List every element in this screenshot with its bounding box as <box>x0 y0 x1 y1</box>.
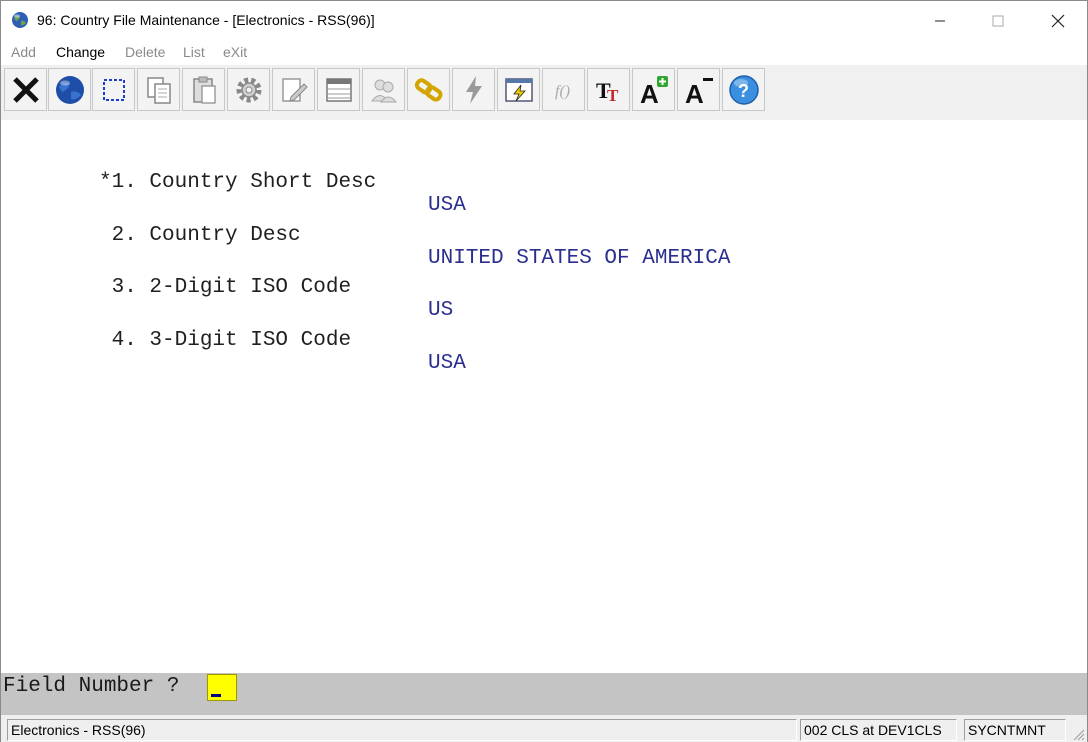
field-form: *1. Country Short Desc USA 2. Country De… <box>1 121 1087 673</box>
toolbar-flash-window-button[interactable] <box>497 68 540 111</box>
minimize-icon <box>935 20 945 22</box>
edit-document-icon <box>281 77 308 102</box>
toolbar-exit-button[interactable] <box>4 68 47 111</box>
menu-bar: Add Change Delete List eXit <box>1 41 1087 63</box>
field-row-3[interactable]: 3. 2-Digit ISO Code US <box>1 253 454 322</box>
settings-gear-icon <box>236 77 261 102</box>
link-chain-icon <box>414 77 442 102</box>
users-icon <box>370 79 397 102</box>
field-value: US <box>428 299 454 322</box>
font-decrease-icon: A <box>685 77 713 107</box>
paste-icon <box>192 76 216 104</box>
function-icon: f() <box>555 83 570 100</box>
field-label: 2. Country Desc <box>99 224 301 247</box>
field-label: *1. Country Short Desc <box>99 171 377 194</box>
menu-list[interactable]: List <box>183 44 205 60</box>
svg-text:A: A <box>685 79 704 107</box>
window-title: 96: Country File Maintenance - [Electron… <box>37 12 375 28</box>
flash-window-icon <box>504 77 533 102</box>
lightning-icon <box>465 75 482 104</box>
toolbar: f() TT A A ? <box>1 65 1087 120</box>
toolbar-font-decrease-button[interactable]: A <box>677 68 720 111</box>
text-cursor <box>211 694 221 697</box>
menu-change[interactable]: Change <box>56 44 105 60</box>
close-icon <box>1051 14 1065 28</box>
field-number-input[interactable] <box>207 674 237 701</box>
resize-grip-icon[interactable] <box>1069 725 1085 741</box>
status-company: Electronics - RSS(96) <box>7 719 797 741</box>
svg-text:T: T <box>607 86 619 105</box>
font-tt-icon: TT <box>596 78 619 105</box>
toolbar-lightning-button[interactable] <box>452 68 495 111</box>
toolbar-help-button[interactable]: ? <box>722 68 765 111</box>
copy-icon <box>146 76 171 104</box>
help-icon: ? <box>728 74 759 105</box>
menu-delete[interactable]: Delete <box>125 44 165 60</box>
toolbar-copy-button[interactable] <box>137 68 180 111</box>
toolbar-font-button[interactable]: TT <box>587 68 630 111</box>
svg-text:f(): f() <box>555 83 570 100</box>
toolbar-font-increase-button[interactable]: A <box>632 68 675 111</box>
field-label: 4. 3-Digit ISO Code <box>99 329 352 352</box>
title-bar[interactable]: 96: Country File Maintenance - [Electron… <box>1 1 1087 41</box>
application-window: 96: Country File Maintenance - [Electron… <box>0 0 1088 742</box>
toolbar-settings-button[interactable] <box>227 68 270 111</box>
prompt-bar: Field Number ? <box>1 673 1087 715</box>
close-x-icon <box>12 76 39 103</box>
minimize-button[interactable] <box>911 1 969 41</box>
field-value: UNITED STATES OF AMERICA <box>428 247 731 270</box>
maximize-icon <box>992 15 1004 27</box>
field-row-4[interactable]: 4. 3-Digit ISO Code USA <box>1 306 466 375</box>
table-view-icon <box>325 77 352 102</box>
status-bar: Electronics - RSS(96) 002 CLS at DEV1CLS… <box>1 715 1087 742</box>
toolbar-function-button[interactable]: f() <box>542 68 585 111</box>
status-program: SYCNTMNT <box>964 719 1066 741</box>
toolbar-select-button[interactable] <box>92 68 135 111</box>
font-increase-icon: A <box>640 75 668 107</box>
svg-text:?: ? <box>738 81 749 101</box>
menu-add[interactable]: Add <box>11 44 36 60</box>
toolbar-users-button[interactable] <box>362 68 405 111</box>
globe-icon <box>55 75 84 104</box>
field-value: USA <box>428 352 466 375</box>
field-label: 3. 2-Digit ISO Code <box>99 276 352 299</box>
toolbar-paste-button[interactable] <box>182 68 225 111</box>
toolbar-link-button[interactable] <box>407 68 450 111</box>
toolbar-edit-button[interactable] <box>272 68 315 111</box>
toolbar-table-button[interactable] <box>317 68 360 111</box>
field-number-prompt: Field Number ? <box>3 675 180 698</box>
close-button[interactable] <box>1029 1 1087 41</box>
svg-text:A: A <box>640 79 659 107</box>
field-value: USA <box>428 194 466 217</box>
toolbar-globe-button[interactable] <box>48 68 91 111</box>
maximize-button[interactable] <box>969 1 1027 41</box>
globe-icon <box>11 11 29 29</box>
field-row-1[interactable]: *1. Country Short Desc USA <box>1 148 466 217</box>
select-rectangle-icon <box>102 78 125 101</box>
field-row-2[interactable]: 2. Country Desc UNITED STATES OF AMERICA <box>1 201 731 270</box>
status-session: 002 CLS at DEV1CLS <box>800 719 957 741</box>
menu-exit[interactable]: eXit <box>223 44 247 60</box>
